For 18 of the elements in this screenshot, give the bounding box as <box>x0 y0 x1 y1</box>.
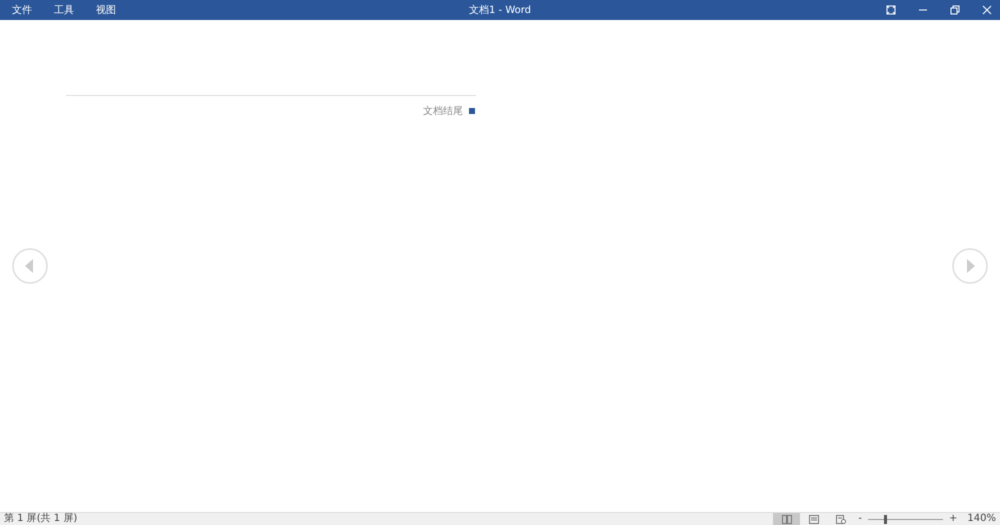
fullscreen-icon[interactable] <box>886 5 896 15</box>
zoom-out-button[interactable]: - <box>854 513 866 525</box>
close-icon[interactable] <box>982 5 992 15</box>
window-title: 文档1 - Word <box>468 4 532 17</box>
zoom-slider-thumb[interactable] <box>884 514 887 524</box>
zoom-in-button[interactable]: + <box>945 513 962 525</box>
end-marker-icon <box>469 108 475 114</box>
menu-item[interactable]: 文件 <box>12 3 32 17</box>
menu-item[interactable]: 视图 <box>96 3 116 17</box>
read-mode-button[interactable] <box>773 513 800 525</box>
book-icon <box>782 514 792 524</box>
document-end-label: 文档结尾 <box>423 104 463 118</box>
web-page-icon <box>836 514 846 524</box>
menu-item[interactable]: 工具 <box>54 3 74 17</box>
restore-icon[interactable] <box>950 5 960 15</box>
page-count: 第 1 屏(共 1 屏) <box>3 513 78 525</box>
zoom-level: 140% <box>966 513 997 525</box>
page-icon <box>808 514 819 524</box>
